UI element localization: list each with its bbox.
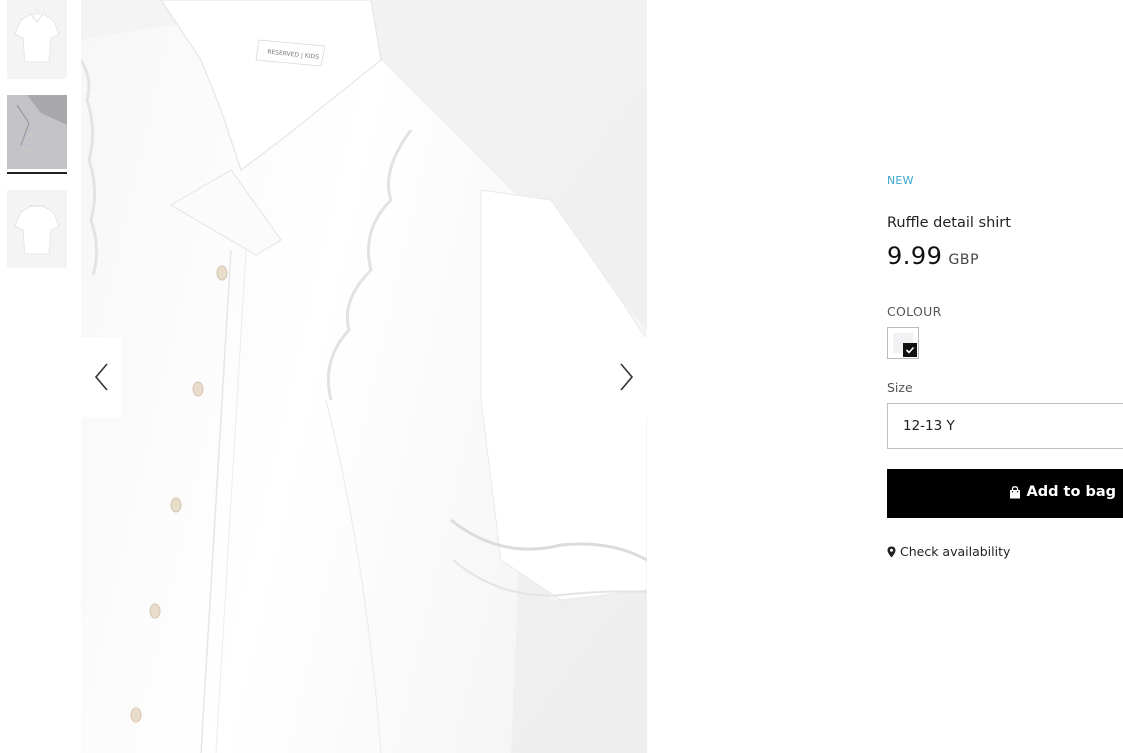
colour-swatch-white[interactable] bbox=[887, 327, 919, 359]
colour-label: COLOUR bbox=[887, 304, 942, 319]
next-image-button[interactable] bbox=[607, 337, 647, 417]
checkmark-icon bbox=[903, 343, 917, 357]
check-availability-link[interactable]: Check availability bbox=[887, 544, 1010, 559]
chevron-left-icon bbox=[94, 363, 108, 391]
location-pin-icon bbox=[887, 546, 896, 557]
chevron-right-icon bbox=[620, 363, 634, 391]
thumbnail-2[interactable] bbox=[7, 95, 67, 169]
thumbnail-3[interactable] bbox=[7, 190, 67, 268]
thumbnail-1[interactable] bbox=[7, 0, 67, 79]
price-value: 9.99 bbox=[887, 242, 943, 270]
product-price: 9.99 GBP bbox=[887, 242, 979, 270]
add-to-bag-content: Add to bag bbox=[1009, 484, 1116, 500]
size-selected-value: 12-13 Y bbox=[903, 418, 955, 434]
add-to-bag-button[interactable]: Add to bag bbox=[887, 469, 1123, 518]
bag-icon bbox=[1010, 485, 1021, 498]
product-title: Ruffle detail shirt bbox=[887, 215, 1011, 231]
price-currency: GBP bbox=[948, 252, 980, 268]
add-to-bag-label: Add to bag bbox=[1026, 484, 1116, 500]
main-product-image: RESERVED | KIDS bbox=[81, 0, 647, 753]
active-thumbnail-indicator bbox=[7, 172, 67, 174]
new-badge: NEW bbox=[887, 174, 914, 187]
previous-image-button[interactable] bbox=[81, 337, 121, 417]
size-selector[interactable]: 12-13 Y bbox=[887, 403, 1123, 449]
check-availability-label: Check availability bbox=[900, 544, 1011, 559]
size-label: Size bbox=[887, 380, 913, 395]
